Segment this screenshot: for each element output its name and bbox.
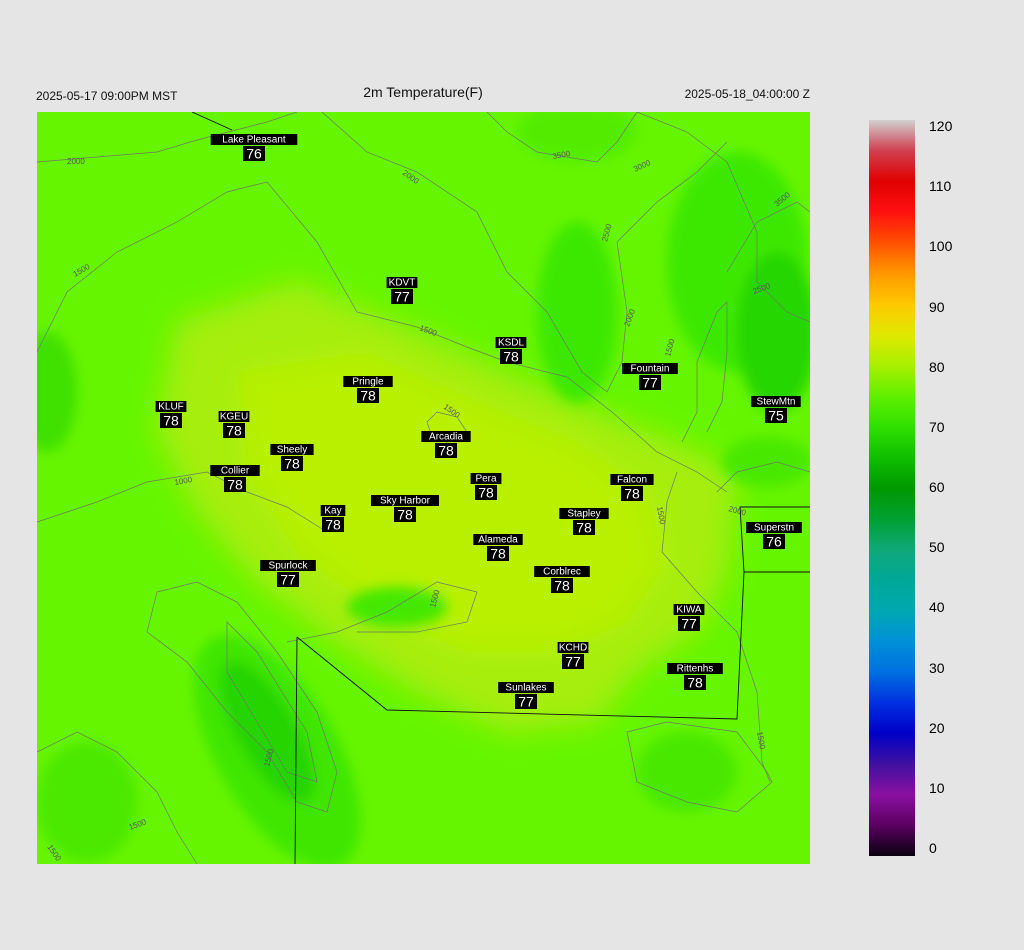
station-temp: 78 <box>478 485 494 501</box>
station-temp: 78 <box>284 456 300 472</box>
station-kchd: KCHD77 <box>557 642 589 670</box>
station-temp: 77 <box>280 572 296 588</box>
station-name: Pera <box>475 474 497 485</box>
station-kiwa: KIWA77 <box>673 604 705 632</box>
temperature-map: 2000 2000 1500 1500 1500 1000 2500 2000 … <box>37 112 810 864</box>
station-name: Falcon <box>617 475 647 486</box>
station-name: Corblrec <box>543 567 581 578</box>
station-ksdl: KSDL78 <box>495 337 527 365</box>
station-temp: 76 <box>766 534 782 550</box>
station-temp: 78 <box>624 486 640 502</box>
station-name: Fountain <box>631 364 670 375</box>
station-kluf: KLUF78 <box>155 401 187 429</box>
station-temp: 78 <box>503 349 519 365</box>
station-temp: 77 <box>565 654 581 670</box>
colorbar-tick-label: 0 <box>929 840 937 856</box>
colorbar-tick-label: 50 <box>929 539 945 556</box>
colorbar-tick-label: 100 <box>929 238 953 255</box>
colorbar-tick-label: 90 <box>929 298 945 315</box>
station-temp: 78 <box>490 546 506 562</box>
station-name: Stapley <box>567 509 600 520</box>
utc-time-label: 2025-05-18_04:00:00 Z <box>684 87 810 101</box>
station-name: Sunlakes <box>505 683 546 694</box>
station-pera: Pera78 <box>470 473 502 501</box>
station-name: Pringle <box>352 377 384 388</box>
station-temp: 78 <box>397 507 413 523</box>
station-name: KCHD <box>559 643 587 654</box>
station-name: KIWA <box>676 605 702 616</box>
station-name: Arcadia <box>429 432 463 443</box>
station-temp: 78 <box>227 477 243 493</box>
station-name: KDVT <box>389 278 416 289</box>
colorbar-tick-label: 20 <box>929 719 945 736</box>
station-temp: 76 <box>246 146 262 162</box>
station-name: KLUF <box>158 402 184 413</box>
station-temp: 78 <box>163 413 179 429</box>
station-name: Superstn <box>754 523 794 534</box>
station-name: KSDL <box>498 338 525 349</box>
station-name: StewMtn <box>757 397 796 408</box>
colorbar-tick-label: 40 <box>929 599 945 616</box>
station-temp: 78 <box>687 675 703 691</box>
station-name: Spurlock <box>269 561 309 572</box>
station-temp: 75 <box>768 408 784 424</box>
station-kgeu: KGEU78 <box>218 411 250 439</box>
station-temp: 77 <box>642 375 658 391</box>
station-name: KGEU <box>220 412 248 423</box>
station-temp: 78 <box>554 578 570 594</box>
station-kdvt: KDVT77 <box>386 277 418 305</box>
station-kay: Kay78 <box>320 505 346 533</box>
colorbar-tick-label: 110 <box>929 178 952 195</box>
station-temp: 78 <box>325 517 341 533</box>
station-name: Alameda <box>478 535 518 546</box>
temperature-colorbar <box>869 120 915 856</box>
contour-label: 2000 <box>67 157 85 166</box>
colorbar-tick-label: 10 <box>929 779 945 796</box>
colorbar-tick-label: 120 <box>929 118 953 134</box>
colorbar-tick-label: 60 <box>929 479 945 495</box>
station-name: Lake Pleasant <box>222 135 286 146</box>
station-name: Kay <box>324 506 341 517</box>
station-temp: 78 <box>226 423 242 439</box>
colorbar-tick-label: 30 <box>929 659 945 676</box>
station-temp: 78 <box>576 520 592 536</box>
station-temp: 77 <box>394 289 410 305</box>
station-name: Rittenhs <box>677 664 714 675</box>
station-temp: 78 <box>360 388 376 404</box>
station-name: Collier <box>221 466 250 477</box>
colorbar-tick-label: 80 <box>929 358 945 375</box>
colorbar-tick-label: 70 <box>929 418 945 435</box>
station-temp: 78 <box>438 443 454 459</box>
station-name: Sky Harbor <box>380 496 431 507</box>
station-name: Sheely <box>277 445 308 456</box>
station-temp: 77 <box>681 616 697 632</box>
station-temp: 77 <box>518 694 534 710</box>
